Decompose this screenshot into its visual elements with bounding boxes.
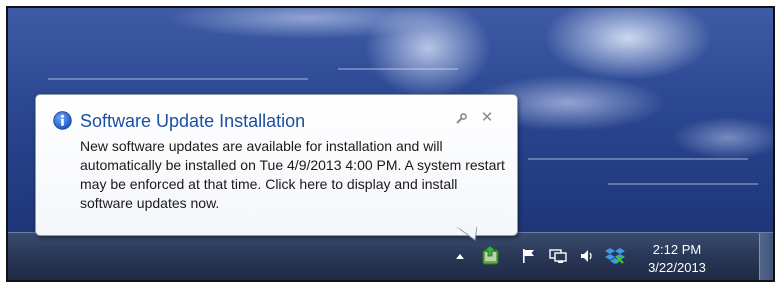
notification-close-icon[interactable]: ✕ — [479, 108, 495, 126]
show-desktop-button[interactable] — [759, 233, 773, 280]
screenshot-frame: 2:12 PM 3/22/2013 Software Update Instal… — [6, 6, 775, 282]
action-center-flag-icon[interactable] — [519, 246, 539, 266]
software-update-icon[interactable] — [479, 244, 503, 268]
notification-title: Software Update Installation — [80, 111, 306, 131]
taskbar: 2:12 PM 3/22/2013 — [8, 232, 773, 280]
info-icon — [53, 111, 72, 130]
clock-time: 2:12 PM — [652, 242, 702, 257]
show-hidden-icons-arrow-icon[interactable] — [450, 246, 470, 266]
volume-icon[interactable] — [577, 246, 597, 266]
notification-options-wrench-icon[interactable] — [454, 111, 468, 125]
taskbar-clock[interactable]: 2:12 PM 3/22/2013 — [637, 241, 717, 277]
notification-balloon[interactable]: Software Update Installation ✕ New softw… — [35, 94, 518, 236]
clock-date: 3/22/2013 — [648, 260, 706, 275]
dropbox-icon[interactable] — [605, 246, 625, 266]
notification-message[interactable]: New software updates are available for i… — [80, 137, 510, 213]
balloon-pointer — [457, 227, 477, 241]
network-icon[interactable] — [548, 246, 568, 266]
